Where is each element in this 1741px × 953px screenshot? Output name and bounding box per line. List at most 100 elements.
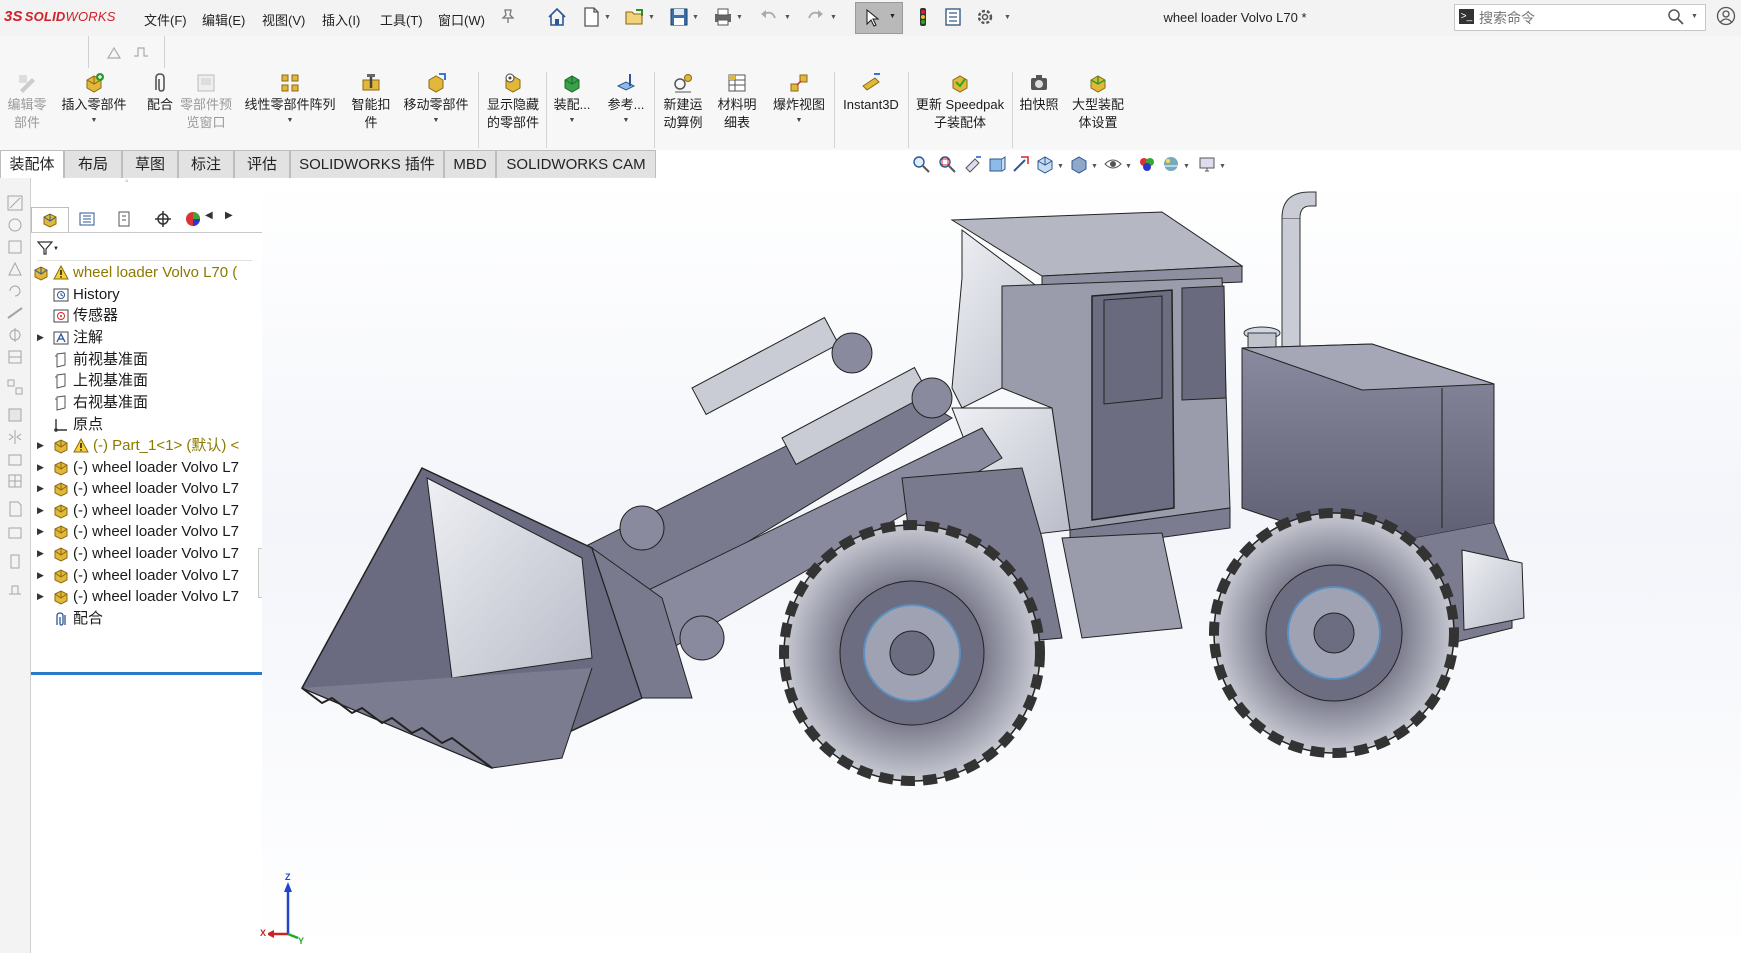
- tab-display-manager[interactable]: [183, 207, 203, 231]
- tree-item-history[interactable]: History: [31, 283, 262, 306]
- tree-item-subassembly[interactable]: ▶ (-) wheel loader Volvo L7: [31, 520, 262, 543]
- expand-arrow-icon[interactable]: ▶: [37, 456, 44, 479]
- menu-edit[interactable]: 编辑(E): [202, 10, 245, 29]
- print-icon[interactable]: [712, 6, 734, 28]
- section-view-icon[interactable]: [987, 154, 1007, 174]
- apply-scene-dropdown-icon[interactable]: ▼: [1183, 163, 1190, 170]
- sketch-icon[interactable]: [6, 194, 24, 212]
- insert-components-dropdown-icon[interactable]: ▼: [54, 116, 134, 126]
- move-component-button[interactable]: 移动零部件 ▼: [398, 72, 474, 126]
- tree-item-subassembly[interactable]: ▶ (-) wheel loader Volvo L7: [31, 477, 262, 500]
- save-icon[interactable]: [668, 6, 690, 28]
- smart-fasteners-button[interactable]: 智能扣件: [346, 72, 396, 132]
- insert-components-button[interactable]: 插入零部件 ▼: [54, 72, 134, 126]
- redo-dropdown-icon[interactable]: ▼: [830, 14, 837, 21]
- hide-show-items-icon[interactable]: [1103, 154, 1123, 174]
- exploded-view-button[interactable]: 爆炸视图 ▼: [768, 72, 830, 126]
- zoom-to-fit-icon[interactable]: [911, 154, 931, 174]
- page-icon[interactable]: [6, 500, 24, 518]
- show-hidden-components-button[interactable]: 显示隐藏的零部件: [482, 72, 544, 132]
- tab-solidworks-addins[interactable]: SOLIDWORKS 插件: [290, 150, 444, 178]
- tree-item-subassembly[interactable]: ▶ (-) wheel loader Volvo L7: [31, 499, 262, 522]
- menu-window[interactable]: 窗口(W): [438, 10, 485, 29]
- tree-item-subassembly[interactable]: ▶ (-) wheel loader Volvo L7: [31, 456, 262, 479]
- reference-icon[interactable]: [6, 260, 24, 278]
- stamp-icon[interactable]: [6, 580, 24, 598]
- update-speedpak-button[interactable]: 更新 Speedpak 子装配体: [912, 72, 1008, 132]
- expand-arrow-icon[interactable]: ▶: [37, 520, 44, 543]
- component-preview-window-button[interactable]: 零部件预览窗口: [176, 72, 236, 132]
- tree-item-front-plane[interactable]: 前视基准面: [31, 348, 262, 371]
- view-settings-dropdown-icon[interactable]: ▼: [1219, 163, 1226, 170]
- bill-of-materials-button[interactable]: 材料明细表: [712, 72, 762, 132]
- feature-icon[interactable]: [6, 238, 24, 256]
- reference-geometry-button[interactable]: 参考... ▼: [604, 72, 648, 126]
- tree-item-sensors[interactable]: 传感器: [31, 304, 262, 327]
- options-gear-icon[interactable]: [974, 6, 996, 28]
- expand-arrow-icon[interactable]: ▶: [37, 477, 44, 500]
- pattern-icon[interactable]: [6, 378, 24, 396]
- rotate-icon[interactable]: [6, 282, 24, 300]
- view-orientation-dropdown-icon[interactable]: ▼: [1057, 163, 1064, 170]
- open-dropdown-icon[interactable]: ▼: [648, 14, 655, 21]
- linear-component-pattern-button[interactable]: 线性零部件阵列 ▼: [240, 72, 340, 126]
- mirror-icon[interactable]: [6, 428, 24, 446]
- view-icon[interactable]: [6, 406, 24, 424]
- tab-layout[interactable]: 布局: [64, 150, 122, 178]
- menu-file[interactable]: 文件(F): [144, 10, 187, 29]
- undo-icon[interactable]: [758, 6, 780, 28]
- tab-sketch[interactable]: 草图: [122, 150, 178, 178]
- open-folder-icon[interactable]: [624, 6, 646, 28]
- layout-sketch-icon[interactable]: [106, 44, 124, 60]
- tree-root-assembly[interactable]: wheel loader Volvo L70 (: [31, 261, 262, 284]
- tabs-scroll-right-icon[interactable]: ▶: [225, 210, 233, 221]
- tree-item-subassembly[interactable]: ▶ (-) wheel loader Volvo L7: [31, 564, 262, 587]
- undo-dropdown-icon[interactable]: ▼: [784, 14, 791, 21]
- display-style-dropdown-icon[interactable]: ▼: [1091, 163, 1098, 170]
- tree-item-right-plane[interactable]: 右视基准面: [31, 391, 262, 414]
- sketch-line-icon[interactable]: [132, 44, 150, 60]
- graphics-area[interactable]: [262, 178, 1741, 953]
- tab-property-manager[interactable]: [69, 207, 105, 231]
- new-motion-study-button[interactable]: 新建运动算例: [658, 72, 708, 132]
- expand-arrow-icon[interactable]: ▶: [37, 564, 44, 587]
- tool-icon[interactable]: [6, 326, 24, 344]
- tab-dimxpert-manager[interactable]: [145, 207, 181, 231]
- move-component-dropdown-icon[interactable]: ▼: [398, 116, 474, 126]
- print-dropdown-icon[interactable]: ▼: [736, 14, 743, 21]
- wheel-loader-model[interactable]: [262, 178, 1741, 953]
- tabs-scroll-left-icon[interactable]: ◀: [205, 210, 213, 221]
- home-icon[interactable]: [546, 6, 568, 28]
- pin-icon[interactable]: [500, 8, 516, 24]
- panel-splitter-handle[interactable]: ◦: [125, 176, 129, 187]
- tree-item-origin[interactable]: 原点: [31, 413, 262, 436]
- dynamic-annotation-views-icon[interactable]: [1011, 154, 1031, 174]
- grid-icon[interactable]: [6, 472, 24, 490]
- options-dropdown-icon[interactable]: ▼: [1004, 14, 1011, 21]
- filter-dropdown-icon[interactable]: ▼: [53, 246, 59, 252]
- insert-icon[interactable]: [6, 450, 24, 468]
- expand-arrow-icon[interactable]: ▶: [37, 434, 44, 457]
- tab-solidworks-cam[interactable]: SOLIDWORKS CAM: [496, 150, 656, 178]
- tree-item-annotations[interactable]: ▶ 注解: [31, 326, 262, 349]
- tree-item-subassembly[interactable]: ▶ (-) wheel loader Volvo L7: [31, 542, 262, 565]
- tree-end-marker[interactable]: [31, 672, 262, 675]
- search-dropdown-icon[interactable]: ▼: [1691, 13, 1698, 20]
- select-tool-button[interactable]: ▼: [855, 2, 903, 34]
- previous-view-icon[interactable]: [963, 154, 983, 174]
- menu-insert[interactable]: 插入(I): [322, 10, 360, 29]
- view-settings-monitor-icon[interactable]: [1197, 154, 1217, 174]
- menu-tools[interactable]: 工具(T): [380, 10, 423, 29]
- menu-view[interactable]: 视图(V): [262, 10, 305, 29]
- instant3d-button[interactable]: Instant3D: [838, 72, 904, 114]
- view-orientation-icon[interactable]: [1035, 154, 1055, 174]
- measure-icon[interactable]: [6, 304, 24, 322]
- tree-item-subassembly[interactable]: ▶ (-) wheel loader Volvo L7: [31, 585, 262, 608]
- new-document-icon[interactable]: [580, 6, 602, 28]
- tab-markup[interactable]: 标注: [178, 150, 234, 178]
- expand-arrow-icon[interactable]: ▶: [37, 542, 44, 565]
- apply-scene-icon[interactable]: [1161, 154, 1181, 174]
- assembly-features-dropdown-icon[interactable]: ▼: [550, 116, 594, 126]
- edit-appearance-icon[interactable]: [1137, 154, 1157, 174]
- mate-button[interactable]: 配合: [140, 72, 180, 114]
